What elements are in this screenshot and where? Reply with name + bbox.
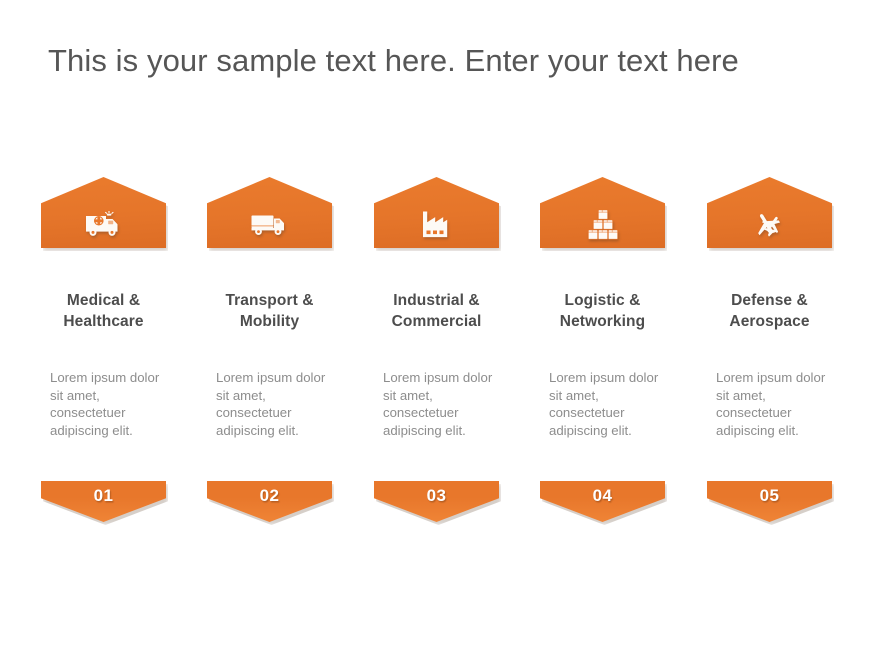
column-industrial-commercial[interactable]: Industrial & Commercial Lorem ipsum dolo… (374, 177, 501, 525)
icon-pentagon[interactable] (540, 177, 667, 251)
column-body-text: Lorem ipsum dolor sit amet, consectetuer… (216, 370, 326, 438)
icon-pentagon[interactable] (374, 177, 501, 251)
heading-line-1: Transport & (225, 292, 314, 309)
page-title: This is your sample text here. Enter you… (48, 43, 739, 78)
heading-line-2: Healthcare (63, 312, 144, 330)
badge-number: 05 (759, 486, 780, 505)
column-heading: Transport & Mobility (202, 291, 337, 332)
column-transport-mobility[interactable]: Transport & Mobility Lorem ipsum dolor s… (207, 177, 334, 525)
column-heading: Medical & Healthcare (36, 291, 171, 332)
column-medical-healthcare[interactable]: Medical & Healthcare Lorem ipsum dolor s… (41, 177, 168, 525)
ambulance-icon (41, 203, 166, 247)
badge-number: 03 (426, 486, 447, 505)
column-defense-aerospace[interactable]: Defense & Aerospace Lorem ipsum dolor si… (707, 177, 834, 525)
slide-canvas: This is your sample text here. Enter you… (0, 0, 870, 653)
stacked-boxes-icon (540, 203, 665, 247)
heading-line-2: Mobility (239, 312, 300, 330)
badge-number: 01 (93, 486, 114, 505)
badge-number: 02 (259, 486, 280, 505)
heading-line-2: Aerospace (729, 312, 810, 330)
icon-pentagon[interactable] (41, 177, 168, 251)
column-body-text: Lorem ipsum dolor sit amet, consectetuer… (50, 370, 160, 438)
icon-pentagon[interactable] (707, 177, 834, 251)
column-body-text: Lorem ipsum dolor sit amet, consectetuer… (716, 370, 826, 438)
delivery-truck-icon (207, 203, 332, 247)
number-badge[interactable]: 05 (707, 481, 834, 525)
number-badge[interactable]: 02 (207, 481, 334, 525)
number-badge[interactable]: 03 (374, 481, 501, 525)
heading-line-1: Logistic & (564, 292, 641, 309)
heading-line-1: Defense & (731, 292, 808, 309)
number-badge[interactable]: 01 (41, 481, 168, 525)
number-badge[interactable]: 04 (540, 481, 667, 525)
column-body-text: Lorem ipsum dolor sit amet, consectetuer… (383, 370, 493, 438)
badge-number: 04 (592, 486, 613, 505)
airplane-icon (707, 203, 832, 247)
column-logistic-networking[interactable]: Logistic & Networking Lorem ipsum dolor … (540, 177, 667, 525)
heading-line-2: Commercial (391, 312, 482, 330)
factory-icon (374, 203, 499, 247)
heading-line-1: Industrial & (393, 292, 480, 309)
heading-line-2: Networking (559, 312, 646, 330)
heading-line-1: Medical & (66, 292, 141, 309)
column-heading: Industrial & Commercial (369, 291, 504, 332)
icon-pentagon[interactable] (207, 177, 334, 251)
column-heading: Logistic & Networking (535, 291, 670, 332)
column-heading: Defense & Aerospace (702, 291, 837, 332)
infographic-columns: Medical & Healthcare Lorem ipsum dolor s… (41, 177, 834, 525)
column-body-text: Lorem ipsum dolor sit amet, consectetuer… (549, 370, 659, 438)
